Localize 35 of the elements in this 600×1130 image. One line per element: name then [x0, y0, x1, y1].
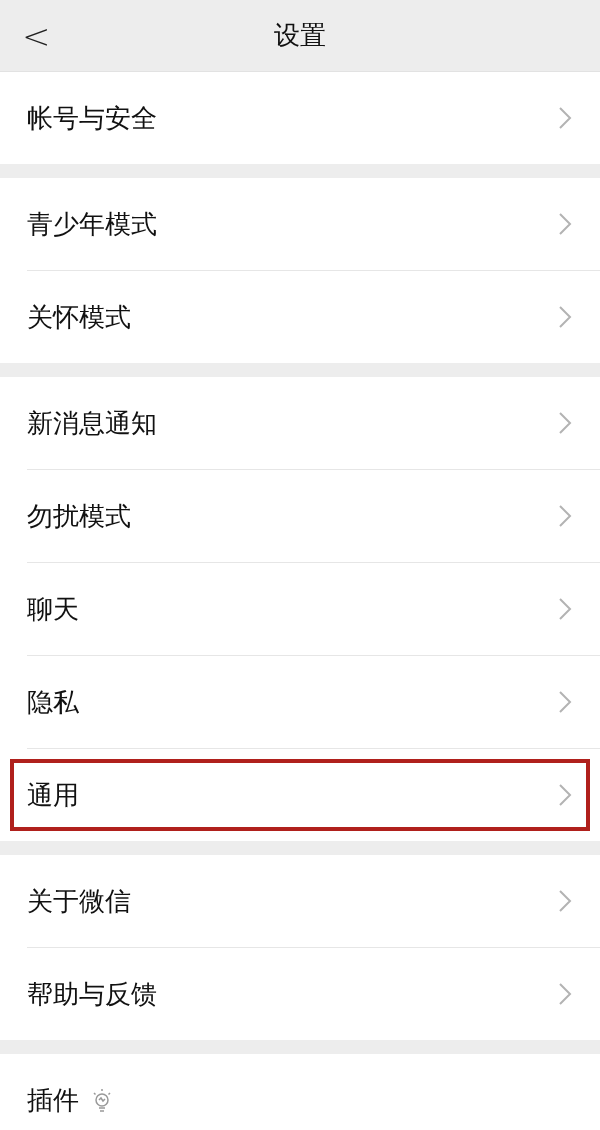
item-label: 勿扰模式	[27, 499, 131, 533]
chevron-icon	[558, 212, 572, 236]
item-label: 聊天	[27, 592, 79, 626]
chevron-icon	[558, 411, 572, 435]
chevron-icon	[558, 889, 572, 913]
settings-item[interactable]: 插件	[0, 1054, 600, 1130]
lightbulb-icon	[91, 1088, 113, 1112]
item-label: 隐私	[27, 685, 79, 719]
settings-item[interactable]: 关怀模式	[0, 271, 600, 363]
chevron-icon	[558, 783, 572, 807]
settings-item[interactable]: 勿扰模式	[0, 470, 600, 562]
chevron-icon	[558, 106, 572, 130]
item-label: 帮助与反馈	[27, 977, 157, 1011]
settings-item[interactable]: 聊天	[0, 563, 600, 655]
settings-item[interactable]: 关于微信	[0, 855, 600, 947]
settings-item[interactable]: 隐私	[0, 656, 600, 748]
item-label: 关怀模式	[27, 300, 131, 334]
settings-item[interactable]: 新消息通知	[0, 377, 600, 469]
back-button[interactable]: <	[22, 18, 51, 53]
settings-item[interactable]: 通用	[0, 749, 600, 841]
chevron-icon	[558, 597, 572, 621]
settings-item[interactable]: 青少年模式	[0, 178, 600, 270]
item-label: 关于微信	[27, 884, 131, 918]
page-title: 设置	[274, 19, 326, 52]
item-label: 帐号与安全	[27, 101, 157, 135]
item-label: 插件	[27, 1083, 79, 1117]
settings-item[interactable]: 帐号与安全	[0, 72, 600, 164]
chevron-icon	[558, 504, 572, 528]
chevron-icon	[558, 305, 572, 329]
item-label: 新消息通知	[27, 406, 157, 440]
item-label: 青少年模式	[27, 207, 157, 241]
chevron-icon	[558, 690, 572, 714]
chevron-icon	[558, 982, 572, 1006]
item-label: 通用	[27, 778, 79, 812]
settings-item[interactable]: 帮助与反馈	[0, 948, 600, 1040]
